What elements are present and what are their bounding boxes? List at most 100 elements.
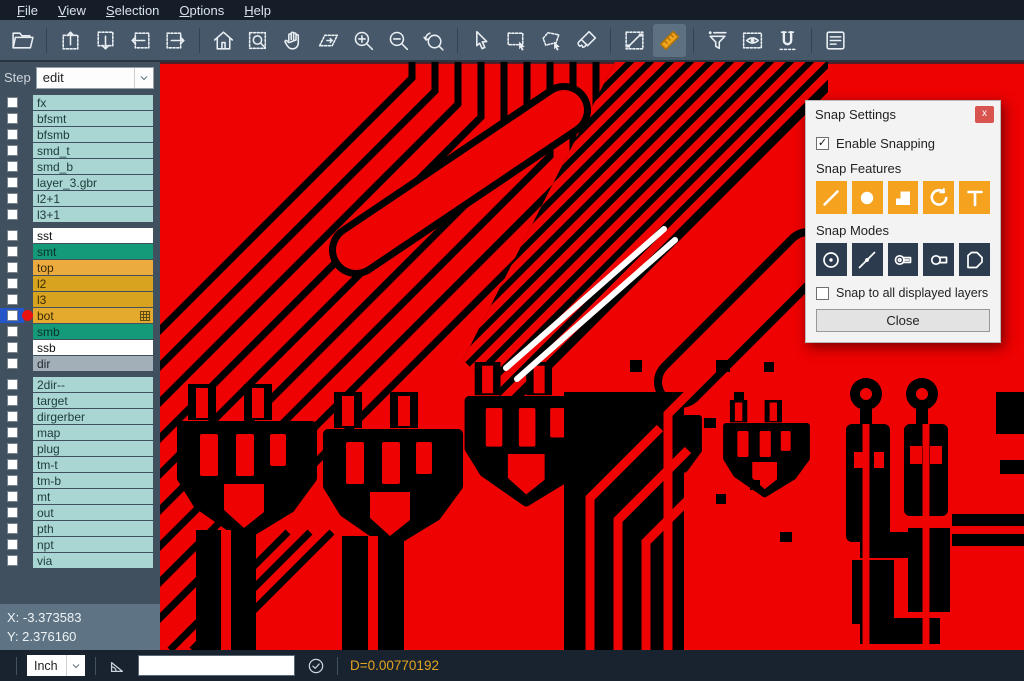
zoom-previous-button[interactable] <box>417 24 450 57</box>
layer-label[interactable]: bfsmb <box>33 127 153 142</box>
snap-magnet-button[interactable] <box>771 24 804 57</box>
layer-visibility-checkbox[interactable] <box>0 489 24 504</box>
angle-measure-icon[interactable] <box>106 655 128 677</box>
layer-label[interactable]: smb <box>33 324 153 339</box>
layer-visibility-checkbox[interactable] <box>0 553 24 568</box>
ruler-button[interactable] <box>653 24 686 57</box>
layer-label[interactable]: smd_b <box>33 159 153 174</box>
layer-visibility-checkbox[interactable] <box>0 207 24 222</box>
clean-brush-button[interactable] <box>570 24 603 57</box>
snap-all-layers-checkbox[interactable] <box>816 287 829 300</box>
layer-label[interactable]: top <box>33 260 153 275</box>
layer-row-smb[interactable]: smb <box>0 324 160 339</box>
menu-item-view[interactable]: View <box>49 2 95 19</box>
layer-row-l2+1[interactable]: l2+1 <box>0 191 160 206</box>
snap-line-button[interactable] <box>816 181 847 214</box>
layer-visibility-checkbox[interactable] <box>0 409 24 424</box>
layer-row-tm-b[interactable]: tm-b <box>0 473 160 488</box>
select-rect-button[interactable] <box>500 24 533 57</box>
select-polygon-button[interactable] <box>535 24 568 57</box>
layer-label[interactable]: sst <box>33 228 153 243</box>
layer-row-bot[interactable]: bot <box>0 308 160 323</box>
snap-surface-button[interactable] <box>888 181 919 214</box>
layer-label[interactable]: ssb <box>33 340 153 355</box>
menu-item-options[interactable]: Options <box>170 2 233 19</box>
open-folder-button[interactable] <box>6 24 39 57</box>
enable-snapping-row[interactable]: ✓ Enable Snapping <box>816 136 990 151</box>
zoom-window-button[interactable] <box>242 24 275 57</box>
layer-visibility-checkbox[interactable] <box>0 473 24 488</box>
layer-row-smt[interactable]: smt <box>0 244 160 259</box>
mode-center-button[interactable] <box>816 243 847 276</box>
layer-visibility-checkbox[interactable] <box>0 537 24 552</box>
menu-item-selection[interactable]: Selection <box>97 2 168 19</box>
step-select[interactable]: edit <box>36 67 154 89</box>
layer-row-layer_3.gbr[interactable]: layer_3.gbr <box>0 175 160 190</box>
layer-label[interactable]: l3 <box>33 292 153 307</box>
layer-row-plug[interactable]: plug <box>0 441 160 456</box>
layer-label[interactable]: plug <box>33 441 153 456</box>
menu-item-help[interactable]: Help <box>235 2 280 19</box>
layer-label[interactable]: fx <box>33 95 153 110</box>
layer-row-fx[interactable]: fx <box>0 95 160 110</box>
layer-row-dirgerber[interactable]: dirgerber <box>0 409 160 424</box>
layer-row-l2[interactable]: l2 <box>0 276 160 291</box>
layer-row-bfsmb[interactable]: bfsmb <box>0 127 160 142</box>
layer-visibility-checkbox[interactable] <box>0 191 24 206</box>
layer-visibility-checkbox[interactable] <box>0 457 24 472</box>
layer-label[interactable]: map <box>33 425 153 440</box>
layer-label[interactable]: l3+1 <box>33 207 153 222</box>
mode-contour-button[interactable] <box>959 243 990 276</box>
layer-row-pth[interactable]: pth <box>0 521 160 536</box>
mode-slot-key-button[interactable] <box>888 243 919 276</box>
pan-right-button[interactable] <box>159 24 192 57</box>
layer-label[interactable]: out <box>33 505 153 520</box>
layer-row-bfsmt[interactable]: bfsmt <box>0 111 160 126</box>
pan-up-button[interactable] <box>54 24 87 57</box>
layer-label[interactable]: bot <box>33 308 153 323</box>
layer-visibility-checkbox[interactable] <box>0 377 24 392</box>
layer-label[interactable]: smd_t <box>33 143 153 158</box>
layer-visibility-checkbox[interactable] <box>0 356 24 371</box>
zoom-area-button[interactable] <box>312 24 345 57</box>
layer-label[interactable]: tm-t <box>33 457 153 472</box>
layer-visibility-checkbox[interactable] <box>0 260 24 275</box>
chevron-down-icon[interactable] <box>134 68 153 88</box>
filter-button[interactable] <box>701 24 734 57</box>
layer-label[interactable]: 2dir-- <box>33 377 153 392</box>
layer-visibility-checkbox[interactable] <box>0 505 24 520</box>
layer-visibility-checkbox[interactable] <box>0 308 24 323</box>
layer-row-via[interactable]: via <box>0 553 160 568</box>
snap-all-layers-row[interactable]: Snap to all displayed layers <box>816 286 990 300</box>
layer-visibility-checkbox[interactable] <box>0 111 24 126</box>
layer-visibility-checkbox[interactable] <box>0 324 24 339</box>
layer-label[interactable]: mt <box>33 489 153 504</box>
layer-label[interactable]: layer_3.gbr <box>33 175 153 190</box>
apply-check-icon[interactable] <box>305 655 327 677</box>
layer-row-top[interactable]: top <box>0 260 160 275</box>
layer-label[interactable]: smt <box>33 244 153 259</box>
layer-row-sst[interactable]: sst <box>0 228 160 243</box>
layer-visibility-checkbox[interactable] <box>0 276 24 291</box>
measure-line-button[interactable] <box>618 24 651 57</box>
layer-row-target[interactable]: target <box>0 393 160 408</box>
layer-visibility-checkbox[interactable] <box>0 143 24 158</box>
layer-label[interactable]: l2 <box>33 276 153 291</box>
layer-row-ssb[interactable]: ssb <box>0 340 160 355</box>
enable-snapping-checkbox[interactable]: ✓ <box>816 137 829 150</box>
layer-visibility-checkbox[interactable] <box>0 521 24 536</box>
layer-visibility-checkbox[interactable] <box>0 441 24 456</box>
layer-row-map[interactable]: map <box>0 425 160 440</box>
mode-slot-open-button[interactable] <box>923 243 954 276</box>
layer-row-l3[interactable]: l3 <box>0 292 160 307</box>
layer-visibility-checkbox[interactable] <box>0 175 24 190</box>
layer-row-2dir--[interactable]: 2dir-- <box>0 377 160 392</box>
layer-visibility-checkbox[interactable] <box>0 425 24 440</box>
menu-item-file[interactable]: File <box>8 2 47 19</box>
mode-midpoint-button[interactable] <box>852 243 883 276</box>
layer-visibility-checkbox[interactable] <box>0 292 24 307</box>
layer-row-smd_t[interactable]: smd_t <box>0 143 160 158</box>
unit-select[interactable]: Inch <box>27 655 85 676</box>
layer-visibility-checkbox[interactable] <box>0 340 24 355</box>
layer-label[interactable]: dir <box>33 356 153 371</box>
